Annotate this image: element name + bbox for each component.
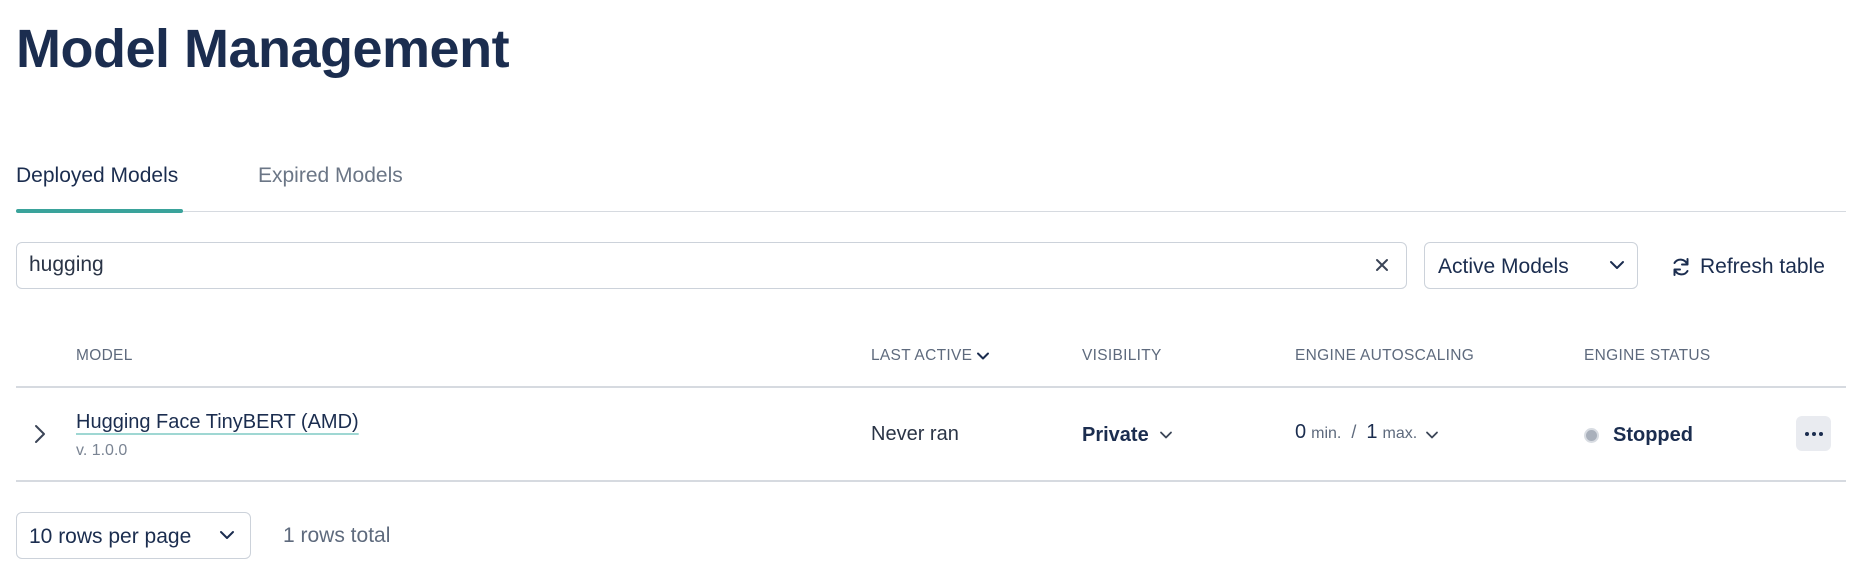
autoscaling-max-unit: max. [1382, 425, 1418, 442]
chevron-down-icon [220, 531, 234, 539]
page-title: Model Management [16, 19, 510, 79]
active-tab-indicator [16, 209, 183, 213]
autoscaling-min-unit: min. [1311, 425, 1342, 442]
engine-status: Stopped [1584, 421, 1693, 449]
tab-deployed-models[interactable]: Deployed Models [16, 164, 178, 188]
rows-total-count: 1 rows total [283, 524, 391, 547]
model-version: v. 1.0.0 [76, 442, 128, 459]
row-actions-button[interactable] [1796, 416, 1831, 451]
refresh-table-label: Refresh table [1700, 255, 1825, 278]
chevron-right-icon[interactable] [30, 421, 50, 447]
chevron-down-icon [1159, 431, 1172, 439]
engine-autoscaling-dropdown[interactable]: 0 min. / 1 max. [1295, 421, 1439, 449]
model-name-link[interactable]: Hugging Face TinyBERT (AMD) [76, 411, 359, 434]
refresh-table-button[interactable]: Refresh table [1670, 252, 1825, 282]
filter-selected-value: Active Models [1438, 255, 1569, 278]
model-filter-select[interactable]: Active Models [1424, 242, 1638, 289]
tabs-bar: Deployed Models Expired Models [16, 150, 1846, 213]
autoscaling-min-value: 0 [1295, 421, 1307, 443]
column-header-visibility: VISIBILITY [1082, 347, 1162, 364]
refresh-icon [1673, 258, 1689, 276]
chevron-down-icon [1426, 431, 1439, 439]
search-input[interactable] [29, 243, 1359, 287]
table-row-divider [16, 480, 1846, 482]
column-header-engine-status: ENGINE STATUS [1584, 347, 1711, 364]
last-active-value: Never ran [871, 423, 959, 445]
visibility-dropdown[interactable]: Private [1082, 421, 1173, 449]
table-header-divider [16, 386, 1846, 388]
autoscaling-separator: / [1351, 422, 1357, 442]
column-header-last-active[interactable]: LAST ACTIVE [871, 347, 990, 365]
visibility-value: Private [1082, 423, 1149, 446]
chevron-down-icon [1610, 261, 1624, 269]
tab-expired-models[interactable]: Expired Models [258, 164, 403, 188]
column-header-engine-autoscaling: ENGINE AUTOSCALING [1295, 347, 1475, 364]
search-box [16, 242, 1407, 289]
close-icon[interactable] [1372, 255, 1392, 275]
engine-status-label: Stopped [1613, 423, 1693, 446]
sort-desc-icon [977, 352, 990, 360]
rows-per-page-select[interactable]: 10 rows per page [16, 512, 251, 559]
autoscaling-max-value: 1 [1366, 421, 1378, 443]
column-header-last-active-label: LAST ACTIVE [871, 347, 973, 364]
rows-per-page-value: 10 rows per page [29, 525, 192, 548]
column-header-model: MODEL [76, 347, 133, 364]
status-indicator-dot [1584, 427, 1599, 443]
ellipsis-icon [1804, 431, 1823, 436]
